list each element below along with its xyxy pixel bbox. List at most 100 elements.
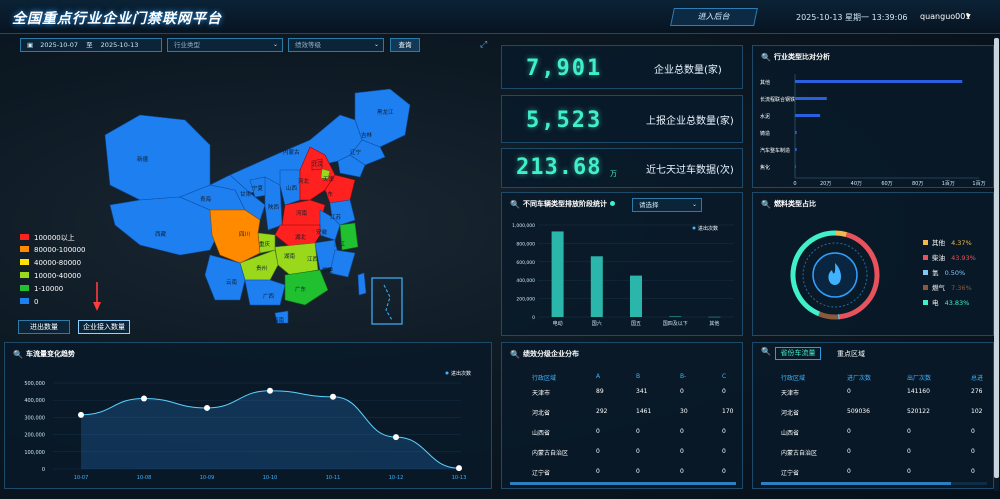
legend-item: 1-10000 (20, 285, 63, 293)
map-region-guangdong[interactable] (284, 269, 329, 306)
bar (590, 256, 603, 317)
panel-title: 行业类型比对分析 (774, 53, 830, 61)
map-label-ningxia: 宁夏 (252, 186, 264, 192)
legend-item: 80000-100000 (20, 246, 86, 254)
x-tick-label: 40万 (851, 181, 862, 186)
tab-province-traffic[interactable]: 省份车流量 (775, 347, 821, 360)
tab-key-region[interactable]: 重点区域 (837, 349, 865, 359)
vehicle-type-select-placeholder: 请选择 (639, 201, 659, 209)
vertical-scrollbar[interactable] (994, 36, 999, 491)
table-cell: 0 (907, 468, 911, 475)
panel-title: 车流量变化趋势 (26, 350, 75, 358)
map-label-xizang: 西藏 (155, 232, 167, 238)
data-point (204, 404, 210, 411)
data-point (78, 411, 84, 418)
dashboard-root: 全国重点行业企业门禁联网平台 进入后台 2025-10-13 星期一 13:39… (0, 0, 1000, 499)
legend-item: 10000-40000 (20, 272, 81, 280)
table-header-cell: 行政区域 (532, 375, 557, 382)
query-button[interactable]: 查询 (390, 38, 420, 52)
data-point (456, 465, 462, 472)
map-region-taiwan[interactable] (357, 272, 367, 296)
y-tick-label: 800,000 (516, 241, 535, 247)
fuel-percent: 0.50% (942, 269, 966, 277)
data-point (267, 387, 273, 394)
map-region-xinjiang[interactable] (104, 114, 211, 201)
emission-bar-chart: 0 200,000 400,000 600,000 800,000 1,000,000 进出… (512, 223, 734, 327)
table-cell: 天津市 (532, 390, 551, 397)
map-label-hebei: 河北 (298, 179, 310, 185)
fuel-legend-item: 氢 0.50% (923, 267, 965, 277)
nine-dash-line (383, 284, 393, 321)
fullscreen-icon[interactable]: ⤢ (480, 40, 487, 50)
y-tick-label: 200,000 (24, 433, 45, 439)
vehicle-type-select[interactable]: 请选择 ⌄ (632, 198, 702, 212)
table-cell: 0 (847, 448, 851, 455)
table-cell: 0 (680, 468, 684, 475)
map-label-shandong: 山东 (322, 192, 334, 198)
table-cell: 0 (907, 428, 911, 435)
table-cell: 0 (907, 448, 911, 455)
map-label-tianjin: 天津 (323, 177, 335, 183)
panel-header: 🔍 不同车辆类型排放阶段统计 (510, 199, 615, 209)
bar (795, 114, 821, 117)
performance-select[interactable]: 绩效等级 ⌄ (288, 38, 384, 52)
legend-swatch (923, 255, 928, 260)
map-label-heilongjiang: 黑龙江 (377, 110, 394, 116)
table-cell: 河北省 (532, 410, 551, 417)
fuel-donut-chart (790, 230, 880, 320)
enterprise-count-button[interactable]: 企业接入数量 (78, 320, 130, 334)
table-cell: 0 (596, 468, 600, 475)
scrollbar-thumb[interactable] (994, 38, 999, 478)
table-cell: 1461 (636, 408, 652, 415)
scrollbar-thumb[interactable] (761, 482, 951, 485)
industry-bar-chart: 其他长流程联合钢铁水泥铸造汽车整车制造焦化 0 20万 40万 60万 80万 1百万 1百万 (760, 74, 986, 186)
legend-swatch (20, 298, 29, 304)
user-menu[interactable]: quanguo001 (920, 12, 970, 21)
table-header-cell: 出厂次数 (907, 375, 932, 382)
table-header-cell: 进厂次数 (847, 375, 872, 382)
y-tick-label: 1,000,000 (512, 223, 535, 229)
panel-header: 🔍 行业类型比对分析 (761, 52, 830, 62)
table-header-cell: C (722, 373, 727, 380)
entries-count-button[interactable]: 进出数量 (18, 320, 70, 334)
fuel-name: 燃气 (932, 284, 945, 292)
x-tick-label: 10-10 (263, 475, 278, 481)
legend-swatch (923, 270, 928, 275)
datetime-display: 2025-10-13 星期一 13:39:06 (796, 13, 908, 22)
horizontal-scrollbar[interactable] (761, 482, 987, 485)
bar (795, 80, 963, 83)
fuel-name: 氢 (932, 269, 939, 277)
map-label-xinjiang: 新疆 (137, 157, 149, 163)
industry-select-placeholder: 行业类型 (174, 41, 200, 49)
fuel-panel: 🔍 燃料类型占比 其他 4.37% 柴油 43.93% 氢 0.50% 燃气 7.36%… (752, 192, 994, 336)
table-header-cell: A (596, 373, 601, 380)
search-chart-icon: 🔍 (761, 347, 771, 356)
table-cell: 0 (722, 388, 726, 395)
table-cell: 山西省 (532, 430, 551, 437)
caret-down-icon[interactable]: ▼ (966, 13, 971, 20)
stat-card-vehicles: 213.68 万 近七天过车数据(次) (501, 148, 743, 188)
panel-title: 不同车辆类型排放阶段统计 (523, 200, 607, 208)
horizontal-scrollbar[interactable] (510, 482, 736, 485)
table-cell: 0 (680, 448, 684, 455)
map-region-sichuan[interactable] (209, 209, 261, 264)
table-header-cell: 总进 (971, 375, 984, 382)
chevron-down-icon: ⌄ (373, 41, 379, 48)
legend-label: 进出次数 (451, 370, 471, 377)
search-chart-icon: 🔍 (13, 350, 23, 359)
legend-swatch (20, 246, 29, 252)
legend-swatch (20, 259, 29, 265)
x-tick-label: 国五 (631, 321, 641, 327)
bar (630, 275, 642, 317)
arrow-down-icon (93, 282, 101, 311)
industry-select[interactable]: 行业类型 ⌄ (167, 38, 283, 52)
scrollbar-thumb[interactable] (510, 482, 736, 485)
table-cell: 0 (636, 448, 640, 455)
bar (669, 316, 682, 317)
search-chart-icon: 🔍 (510, 200, 520, 209)
date-range-picker[interactable]: ▣ 2025-10-07 至 2025-10-13 (20, 38, 162, 52)
enter-backend-button[interactable]: 进入后台 (670, 8, 758, 26)
map-label-hainan: 海南 (273, 318, 285, 324)
x-tick-label: 10-07 (74, 475, 89, 481)
table-cell: 0 (596, 448, 600, 455)
